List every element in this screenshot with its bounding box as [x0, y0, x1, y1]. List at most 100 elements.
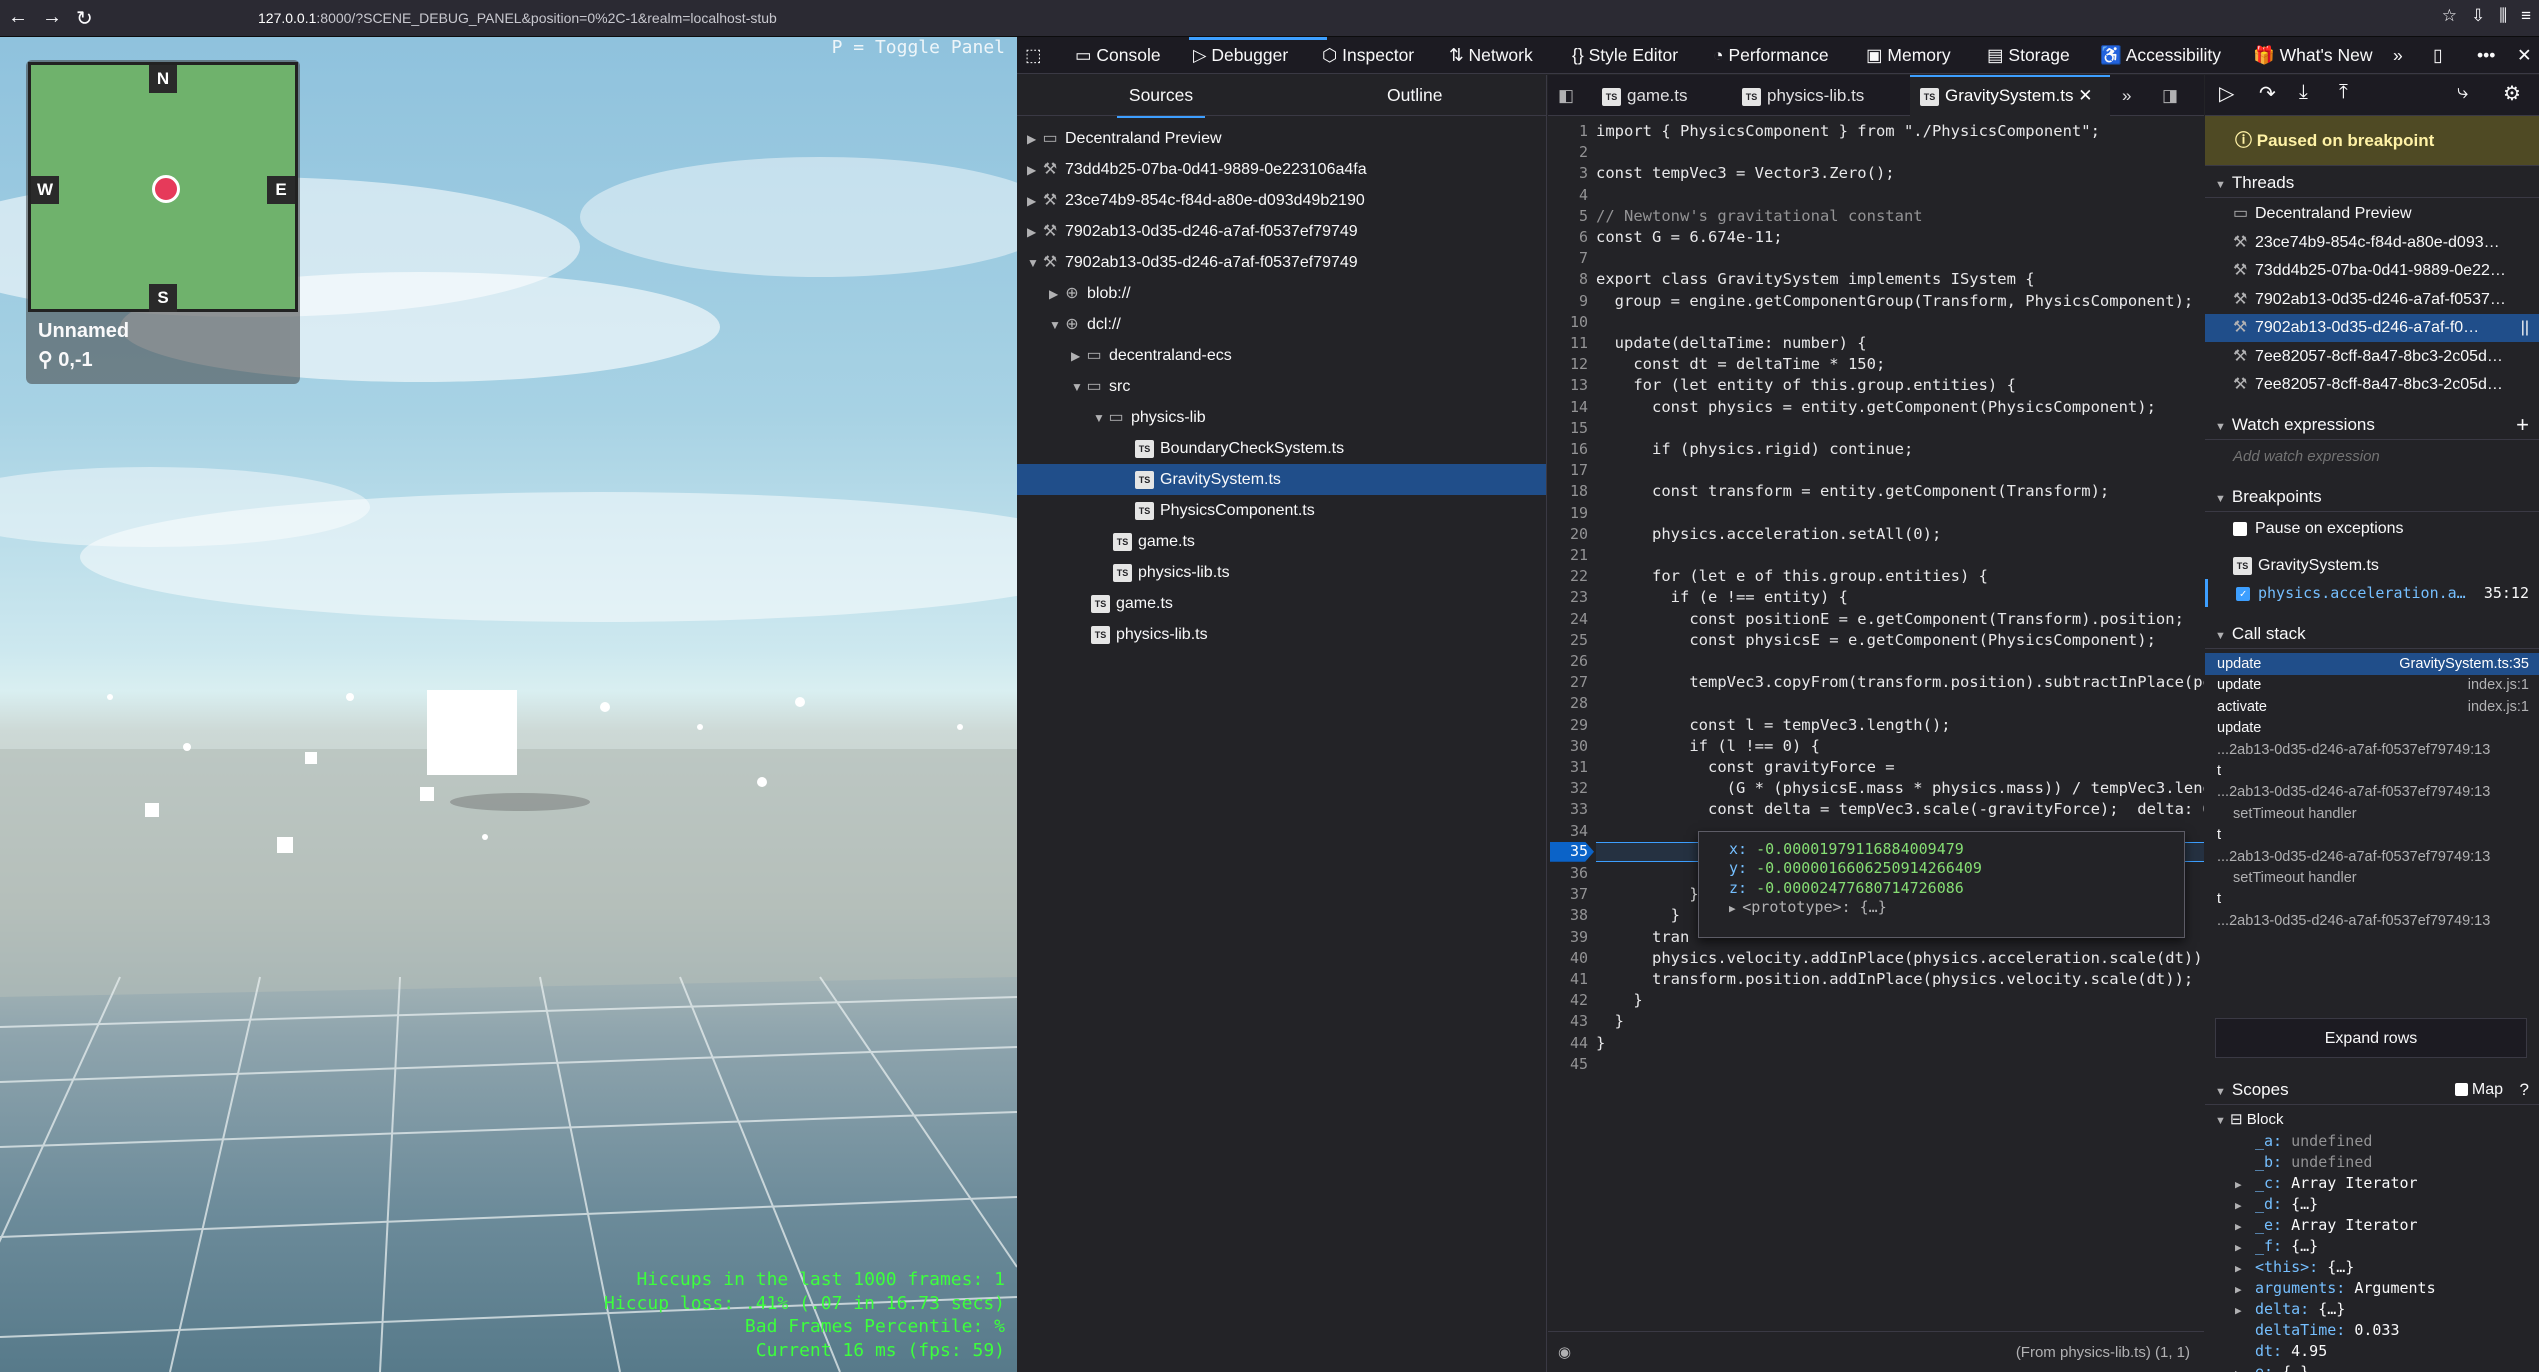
tab-whats-new[interactable]: 🎁 What's New — [2253, 37, 2372, 74]
tree-item[interactable]: ▶ ▭ Decentraland Preview — [1017, 123, 1546, 154]
line-number[interactable]: 18 — [1548, 482, 1588, 500]
thread-item[interactable]: ⚒ 73dd4b25-07ba-0d41-9889-0e22… — [2205, 257, 2539, 285]
line-number[interactable]: 33 — [1548, 800, 1588, 818]
tab-memory[interactable]: ▣ Memory — [1866, 37, 1951, 74]
callstack-frame[interactable]: ...2ab13-0d35-d246-a7af-f0537ef79749:13 — [2205, 739, 2539, 761]
line-number[interactable]: 42 — [1548, 991, 1588, 1009]
settings-gear-icon[interactable]: ⚙ — [2503, 81, 2521, 106]
editor-tab[interactable]: TS game.ts — [1602, 75, 1687, 116]
close-icon[interactable]: ✕ — [2517, 37, 2532, 74]
tab-accessibility[interactable]: ♿ Accessibility — [2100, 37, 2221, 74]
line-number[interactable]: 34 — [1548, 822, 1588, 840]
line-number[interactable]: 5 — [1548, 207, 1588, 225]
callstack-header[interactable]: ▼ Call stack — [2205, 619, 2539, 649]
callstack-frame[interactable]: update — [2205, 717, 2539, 739]
thread-item[interactable]: ⚒ 7902ab13-0d35-d246-a7af-f0537… — [2205, 286, 2539, 314]
line-number[interactable]: 11 — [1548, 334, 1588, 352]
scopes-header[interactable]: ▼ Scopes Map? — [2205, 1075, 2539, 1105]
line-number[interactable]: 37 — [1548, 885, 1588, 903]
scope-variable[interactable]: ▶e: {…} — [2205, 1362, 2539, 1372]
tree-item[interactable]: TS physics-lib.ts — [1017, 619, 1546, 650]
step-out-icon[interactable]: ⤒ — [2339, 81, 2348, 104]
pause-on-exceptions[interactable]: Pause on exceptions — [2205, 515, 2539, 543]
minimap[interactable]: N S W E Unnamed ⚲ 0,-1 — [26, 60, 300, 384]
checkbox-checked[interactable]: ✓ — [2236, 586, 2250, 601]
watch-header[interactable]: ▼ Watch expressions + — [2205, 410, 2539, 440]
line-number[interactable]: 39 — [1548, 928, 1588, 946]
breakpoint-item[interactable]: ✓ physics.acceleration.a… 35:12 — [2205, 579, 2539, 607]
tab-storage[interactable]: ▤ Storage — [1987, 37, 2070, 74]
expand-arrow-icon[interactable]: ▶ — [2235, 1258, 2255, 1279]
tree-item[interactable]: TS game.ts — [1017, 526, 1546, 557]
line-number[interactable]: 16 — [1548, 440, 1588, 458]
line-number[interactable]: 27 — [1548, 673, 1588, 691]
thread-item[interactable]: ▭ Decentraland Preview — [2205, 200, 2539, 228]
line-number[interactable]: 21 — [1548, 546, 1588, 564]
download-icon[interactable]: ⇩ — [2471, 6, 2485, 26]
dock-icon[interactable]: ▯ — [2433, 37, 2443, 74]
line-number[interactable]: 13 — [1548, 376, 1588, 394]
line-number[interactable]: 44 — [1548, 1034, 1588, 1052]
resume-icon[interactable]: ▷ — [2219, 81, 2234, 106]
thread-item[interactable]: ⚒ 7ee82057-8cff-8a47-8bc3-2c05d… — [2205, 371, 2539, 399]
scope-variable[interactable]: ▶ _f: {…} — [2205, 1236, 2539, 1257]
breakpoints-header[interactable]: ▼ Breakpoints — [2205, 482, 2539, 512]
tab-performance[interactable]: ◔ Performance — [1713, 37, 1829, 74]
thread-item[interactable]: ⚒ 7902ab13-0d35-d246-a7af-f0… || — [2205, 314, 2539, 342]
line-number[interactable]: 1 — [1548, 122, 1588, 140]
callstack-frame[interactable]: ...2ab13-0d35-d246-a7af-f0537ef79749:13 — [2205, 781, 2539, 803]
step-in-icon[interactable]: ⤓ — [2299, 81, 2308, 104]
line-number[interactable]: 6 — [1548, 228, 1588, 246]
library-icon[interactable]: ⫼ — [2499, 6, 2507, 26]
tree-item[interactable]: TS game.ts — [1017, 588, 1546, 619]
help-icon[interactable]: ? — [2520, 1075, 2529, 1105]
line-number[interactable]: 23 — [1548, 588, 1588, 606]
line-number[interactable]: 19 — [1548, 504, 1588, 522]
line-number[interactable]: 22 — [1548, 567, 1588, 585]
tree-item[interactable]: ▼ ⚒ 7902ab13-0d35-d246-a7af-f0537ef79749 — [1017, 247, 1546, 278]
expand-arrow-icon[interactable]: ▶ — [2235, 1363, 2255, 1372]
thread-item[interactable]: ⚒ 7ee82057-8cff-8a47-8bc3-2c05d… — [2205, 343, 2539, 371]
tab-style-editor[interactable]: {} Style Editor — [1572, 37, 1678, 74]
tree-item[interactable]: ▼ ⊕ dcl:// — [1017, 309, 1546, 340]
callstack-frame[interactable]: t — [2205, 824, 2539, 846]
sources-tab[interactable]: Sources — [1117, 75, 1205, 118]
line-number[interactable]: 8 — [1548, 270, 1588, 288]
checkbox[interactable] — [2454, 1083, 2468, 1097]
line-number[interactable]: 12 — [1548, 355, 1588, 373]
deactivate-breakpoints-icon[interactable]: ⤷ — [2457, 81, 2468, 104]
add-watch-icon[interactable]: + — [2516, 410, 2529, 440]
line-number[interactable]: 30 — [1548, 737, 1588, 755]
variable-preview-popup[interactable]: x: -0.00001979116884009479 y: -0.00000166… — [1698, 830, 2185, 938]
scope-variable[interactable]: ▶ <this>: {…} — [2205, 1257, 2539, 1278]
forward-icon[interactable]: → — [42, 6, 62, 31]
expand-arrow-icon[interactable]: ▶ — [2235, 1195, 2255, 1216]
tab-network[interactable]: ⇅ Network — [1449, 37, 1533, 74]
line-number[interactable]: 38 — [1548, 906, 1588, 924]
code-view[interactable]: 1 import { PhysicsComponent } from "./Phy… — [1548, 116, 2204, 1331]
url-bar[interactable]: 127.0.0.1:8000/?SCENE_DEBUG_PANEL&positi… — [258, 10, 777, 26]
tab-console[interactable]: ▭ Console — [1075, 37, 1161, 74]
tree-item[interactable]: TS PhysicsComponent.ts — [1017, 495, 1546, 526]
line-number[interactable]: 45 — [1548, 1055, 1588, 1073]
callstack-frame[interactable]: setTimeout handler — [2205, 867, 2539, 889]
callstack-frame[interactable]: update GravitySystem.ts:35 — [2205, 653, 2539, 675]
line-number[interactable]: 41 — [1548, 970, 1588, 988]
expand-arrow-icon[interactable]: ▶ — [2235, 1174, 2255, 1195]
line-number[interactable]: 4 — [1548, 186, 1588, 204]
line-number[interactable]: 28 — [1548, 694, 1588, 712]
thread-item[interactable]: ⚒ 23ce74b9-854c-f84d-a80e-d093… — [2205, 229, 2539, 257]
line-number[interactable]: 24 — [1548, 610, 1588, 628]
outline-tab[interactable]: Outline — [1387, 75, 1442, 116]
line-number[interactable]: 36 — [1548, 864, 1588, 882]
callstack-frame[interactable]: update index.js:1 — [2205, 674, 2539, 696]
menu-icon[interactable]: ≡ — [2521, 6, 2531, 26]
expand-arrow-icon[interactable]: ▶ — [2235, 1300, 2255, 1321]
line-number[interactable]: 43 — [1548, 1012, 1588, 1030]
tab-inspector[interactable]: ⬡ Inspector — [1322, 37, 1414, 74]
popup-prototype[interactable]: ▶ <prototype>: {…} — [1729, 898, 2172, 919]
map-toggle[interactable]: Map — [2454, 1075, 2503, 1105]
line-number[interactable]: 29 — [1548, 716, 1588, 734]
callstack-frame[interactable]: ...2ab13-0d35-d246-a7af-f0537ef79749:13 — [2205, 846, 2539, 868]
tree-item[interactable]: ▶ ⚒ 73dd4b25-07ba-0d41-9889-0e223106a4fa — [1017, 154, 1546, 185]
